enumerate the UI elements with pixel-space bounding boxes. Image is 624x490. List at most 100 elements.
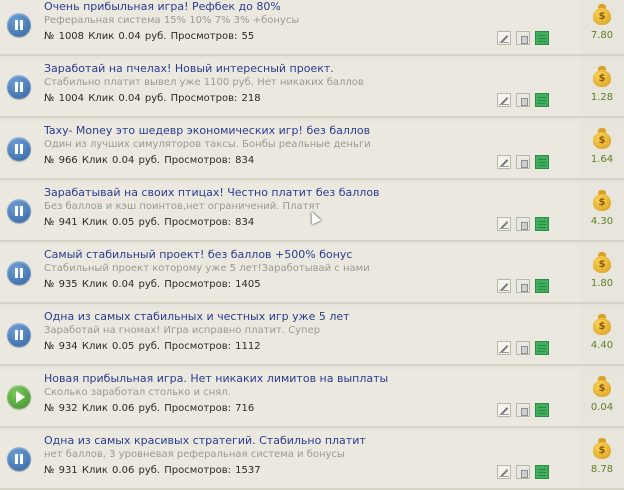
raise-icon[interactable] bbox=[516, 31, 530, 45]
raise-icon[interactable] bbox=[516, 403, 530, 417]
list-item: Новая прибыльная игра. Нет никаких лимит… bbox=[0, 369, 624, 428]
raise-icon[interactable] bbox=[516, 217, 530, 231]
campaign-info: Новая прибыльная игра. Нет никаких лимит… bbox=[0, 369, 581, 426]
campaign-title[interactable]: Одна из самых красивых стратегий. Стабил… bbox=[44, 434, 484, 447]
pause-button[interactable] bbox=[7, 137, 31, 161]
campaign-stats: № 941 Клик 0.05 руб. Просмотров: 834 bbox=[44, 217, 255, 228]
balance-cell: $ 7.80 bbox=[580, 0, 624, 54]
campaign-title[interactable]: Самый стабильный проект! без баллов +500… bbox=[44, 248, 484, 261]
campaign-title[interactable]: Очень прибыльная игра! Рефбек до 80% bbox=[44, 0, 484, 13]
campaign-stats: № 934 Клик 0.05 руб. Просмотров: 1112 bbox=[44, 341, 261, 352]
edit-icon[interactable] bbox=[497, 279, 511, 293]
list-item: Одна из самых красивых стратегий. Стабил… bbox=[0, 431, 624, 490]
money-bag-icon: $ bbox=[593, 252, 611, 274]
pause-button[interactable] bbox=[7, 13, 31, 37]
campaign-balance: 7.80 bbox=[590, 30, 614, 41]
pause-button[interactable] bbox=[7, 447, 31, 471]
campaign-stats: № 931 Клик 0.06 руб. Просмотров: 1537 bbox=[44, 465, 261, 476]
stats-icon[interactable] bbox=[535, 93, 549, 107]
campaign-description: Один из лучших симуляторов таксы. Бонбы … bbox=[44, 139, 371, 150]
balance-cell: $ 4.40 bbox=[580, 307, 624, 364]
money-bag-icon: $ bbox=[593, 128, 611, 150]
pause-icon bbox=[15, 82, 18, 92]
campaign-info: Taxy- Money это шедевр экономических игр… bbox=[0, 121, 581, 178]
campaign-balance: 8.78 bbox=[590, 464, 614, 475]
list-item: Самый стабильный проект! без баллов +500… bbox=[0, 245, 624, 304]
pause-button[interactable] bbox=[7, 261, 31, 285]
campaign-title[interactable]: Одна из самых стабильных и честных игр у… bbox=[44, 310, 484, 323]
balance-cell: $ 0.04 bbox=[580, 369, 624, 426]
pause-icon bbox=[15, 268, 18, 278]
campaign-description: Реферальная система 15% 10% 7% 3% +бонус… bbox=[44, 15, 300, 26]
campaign-title[interactable]: Заработай на пчелах! Новый интересный пр… bbox=[44, 62, 484, 75]
campaign-info: Заработай на пчелах! Новый интересный пр… bbox=[0, 59, 581, 116]
edit-icon[interactable] bbox=[497, 217, 511, 231]
row-tools bbox=[497, 341, 557, 357]
row-tools bbox=[497, 279, 557, 295]
campaign-balance: 1.80 bbox=[590, 278, 614, 289]
edit-icon[interactable] bbox=[497, 93, 511, 107]
campaign-info: Одна из самых стабильных и честных игр у… bbox=[0, 307, 581, 364]
raise-icon[interactable] bbox=[516, 279, 530, 293]
play-button[interactable] bbox=[7, 385, 31, 409]
campaign-balance: 0.04 bbox=[590, 402, 614, 413]
stats-icon[interactable] bbox=[535, 155, 549, 169]
list-item: Заработай на пчелах! Новый интересный пр… bbox=[0, 59, 624, 118]
stats-icon[interactable] bbox=[535, 403, 549, 417]
money-bag-icon: $ bbox=[593, 314, 611, 336]
edit-icon[interactable] bbox=[497, 403, 511, 417]
list-item: Taxy- Money это шедевр экономических игр… bbox=[0, 121, 624, 180]
campaign-info: Одна из самых красивых стратегий. Стабил… bbox=[0, 431, 581, 488]
balance-cell: $ 1.28 bbox=[580, 59, 624, 116]
raise-icon[interactable] bbox=[516, 465, 530, 479]
edit-icon[interactable] bbox=[497, 31, 511, 45]
campaign-description: Без баллов и кэш поинтов,нет ограничений… bbox=[44, 201, 321, 212]
campaign-title[interactable]: Новая прибыльная игра. Нет никаких лимит… bbox=[44, 372, 484, 385]
row-tools bbox=[497, 155, 557, 171]
money-bag-icon: $ bbox=[593, 376, 611, 398]
money-bag-icon: $ bbox=[593, 438, 611, 460]
campaign-title[interactable]: Taxy- Money это шедевр экономических игр… bbox=[44, 124, 484, 137]
campaign-description: Сколько заработал столько и снял. bbox=[44, 387, 231, 398]
edit-icon[interactable] bbox=[497, 341, 511, 355]
stats-icon[interactable] bbox=[535, 465, 549, 479]
campaign-description: Стабильный проект которому уже 5 лет!Зар… bbox=[44, 263, 370, 274]
campaign-list: Очень прибыльная игра! Рефбек до 80% Реф… bbox=[0, 0, 624, 490]
money-bag-icon: $ bbox=[593, 66, 611, 88]
campaign-stats: № 1004 Клик 0.04 руб. Просмотров: 218 bbox=[44, 93, 261, 104]
campaign-balance: 1.28 bbox=[590, 92, 614, 103]
campaign-balance: 1.64 bbox=[590, 154, 614, 165]
balance-cell: $ 8.78 bbox=[580, 431, 624, 488]
raise-icon[interactable] bbox=[516, 155, 530, 169]
campaign-info: Зарабатывай на своих птицах! Честно плат… bbox=[0, 183, 581, 240]
list-item: Очень прибыльная игра! Рефбек до 80% Реф… bbox=[0, 0, 624, 56]
stats-icon[interactable] bbox=[535, 341, 549, 355]
balance-cell: $ 4.30 bbox=[580, 183, 624, 240]
row-tools bbox=[497, 31, 557, 47]
row-tools bbox=[497, 217, 557, 233]
raise-icon[interactable] bbox=[516, 341, 530, 355]
money-bag-icon: $ bbox=[593, 190, 611, 212]
raise-icon[interactable] bbox=[516, 93, 530, 107]
pause-icon bbox=[15, 454, 18, 464]
pause-button[interactable] bbox=[7, 199, 31, 223]
edit-icon[interactable] bbox=[497, 155, 511, 169]
row-tools bbox=[497, 403, 557, 419]
stats-icon[interactable] bbox=[535, 31, 549, 45]
pause-icon bbox=[15, 206, 18, 216]
campaign-description: Заработай на гномах! Игра исправно плати… bbox=[44, 325, 321, 336]
pause-button[interactable] bbox=[7, 323, 31, 347]
campaign-balance: 4.40 bbox=[590, 340, 614, 351]
play-icon bbox=[16, 391, 25, 403]
pause-icon bbox=[15, 20, 18, 30]
list-item: Одна из самых стабильных и честных игр у… bbox=[0, 307, 624, 366]
campaign-info: Очень прибыльная игра! Рефбек до 80% Реф… bbox=[0, 0, 581, 54]
campaign-title[interactable]: Зарабатывай на своих птицах! Честно плат… bbox=[44, 186, 484, 199]
stats-icon[interactable] bbox=[535, 279, 549, 293]
money-bag-icon: $ bbox=[593, 4, 611, 26]
edit-icon[interactable] bbox=[497, 465, 511, 479]
balance-cell: $ 1.80 bbox=[580, 245, 624, 302]
row-tools bbox=[497, 93, 557, 109]
stats-icon[interactable] bbox=[535, 217, 549, 231]
pause-button[interactable] bbox=[7, 75, 31, 99]
